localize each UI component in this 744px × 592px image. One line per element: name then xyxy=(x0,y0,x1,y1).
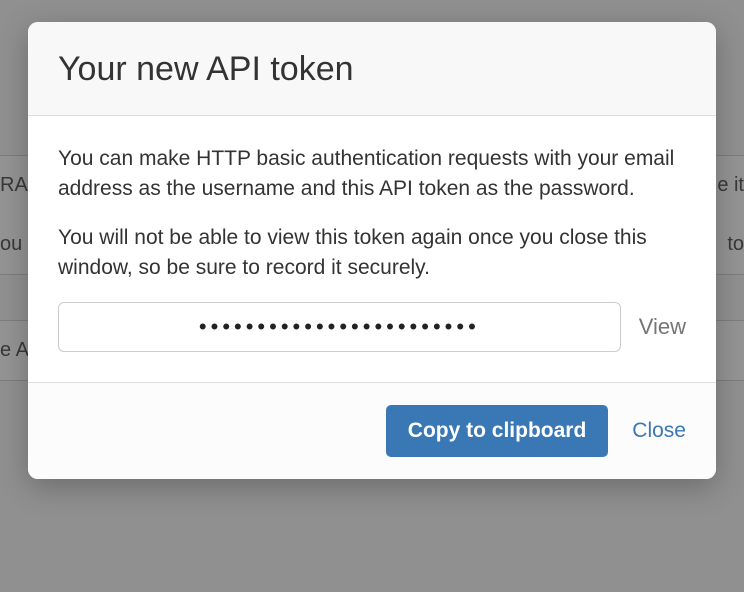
token-row: •••••••••••••••••••••••• View xyxy=(58,302,686,352)
modal-paragraph: You can make HTTP basic authentication r… xyxy=(58,144,686,205)
token-field[interactable]: •••••••••••••••••••••••• xyxy=(58,302,621,352)
modal-header: Your new API token xyxy=(28,22,716,116)
api-token-modal: Your new API token You can make HTTP bas… xyxy=(28,22,716,479)
modal-paragraph: You will not be able to view this token … xyxy=(58,223,686,284)
modal-footer: Copy to clipboard Close xyxy=(28,382,716,479)
copy-to-clipboard-button[interactable]: Copy to clipboard xyxy=(386,405,609,457)
close-button[interactable]: Close xyxy=(632,419,686,443)
modal-body: You can make HTTP basic authentication r… xyxy=(28,116,716,382)
view-token-button[interactable]: View xyxy=(639,314,686,340)
modal-title: Your new API token xyxy=(58,50,686,89)
